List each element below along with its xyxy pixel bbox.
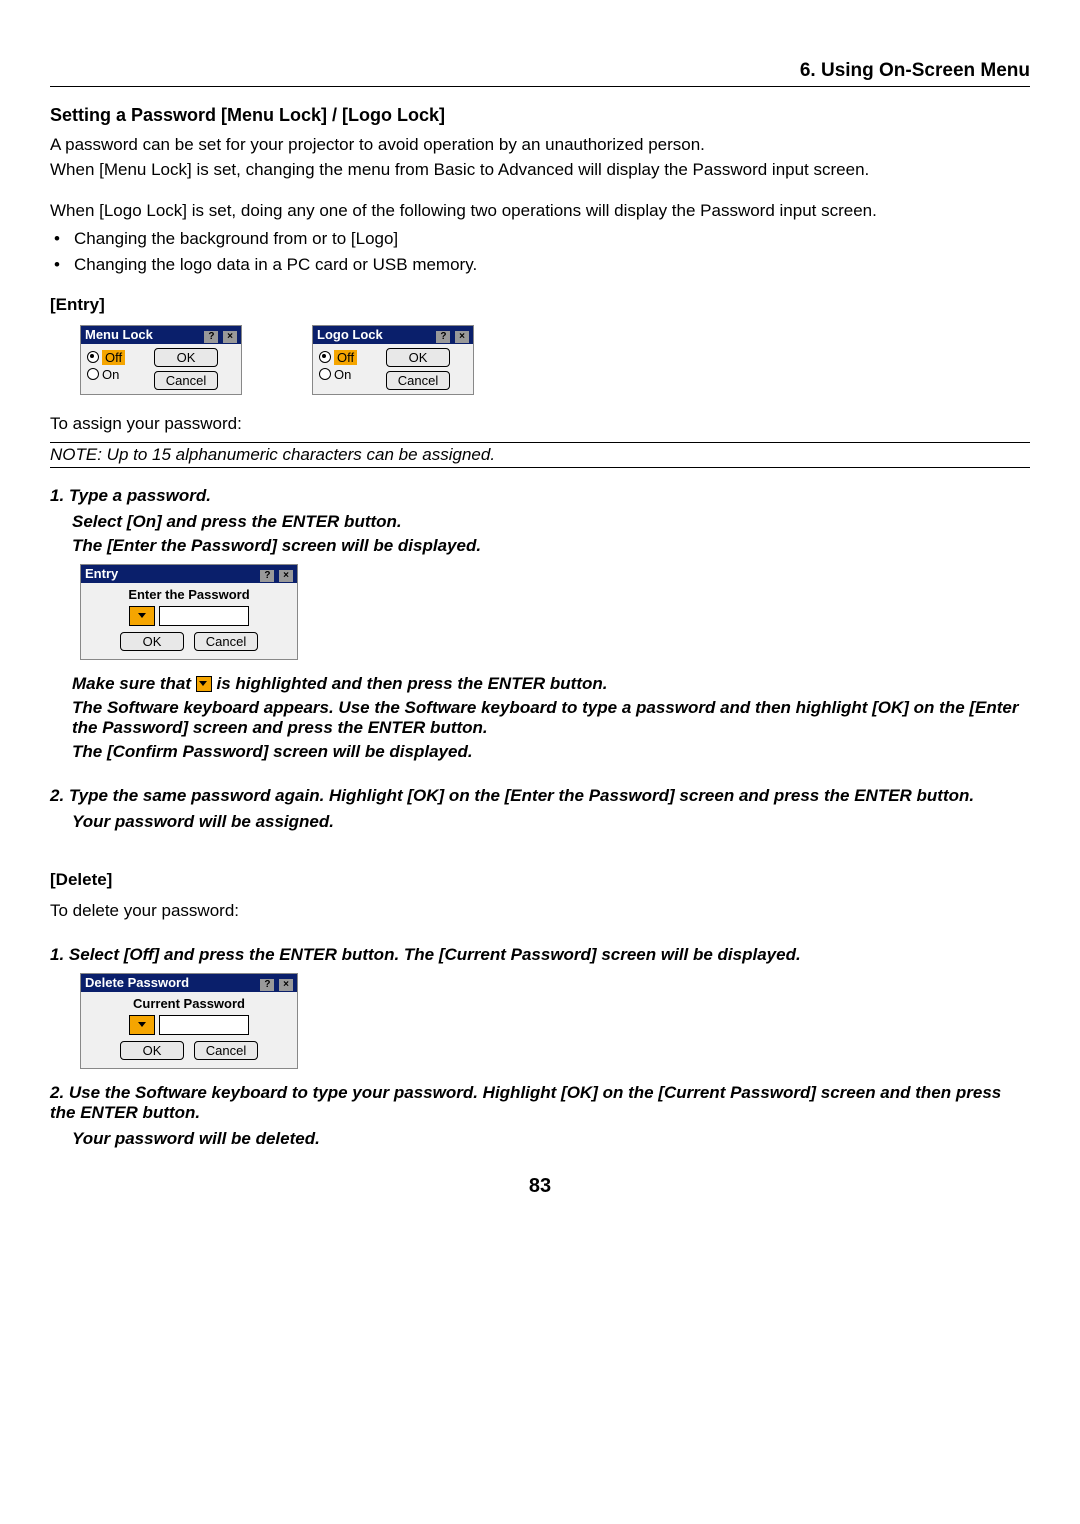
radio-on[interactable]: On bbox=[319, 367, 369, 382]
after-entry-l1: Make sure that is highlighted and then p… bbox=[72, 674, 1030, 694]
dialog-title: Delete Password bbox=[85, 975, 189, 990]
delete-text: To delete your password: bbox=[50, 900, 1030, 923]
assign-text: To assign your password: bbox=[50, 413, 1030, 436]
password-input[interactable] bbox=[159, 1015, 249, 1035]
radio-off-label: Off bbox=[334, 350, 357, 365]
delete-password-dialog: Delete Password ? × Current Password OK … bbox=[80, 973, 298, 1069]
bullet-item: Changing the background from or to [Logo… bbox=[52, 229, 1030, 249]
delete-step2-l2: Your password will be deleted. bbox=[72, 1129, 1030, 1149]
dropdown-icon[interactable] bbox=[129, 606, 155, 626]
intro-p3: When [Logo Lock] is set, doing any one o… bbox=[50, 200, 1030, 223]
dialog-title: Menu Lock bbox=[85, 327, 153, 342]
intro-p2: When [Menu Lock] is set, changing the me… bbox=[50, 159, 1030, 182]
help-icon[interactable]: ? bbox=[436, 331, 450, 343]
delete-heading: [Delete] bbox=[50, 870, 1030, 890]
dialog-titlebar: Logo Lock ? × bbox=[313, 326, 473, 344]
text-frag: is highlighted and then press the ENTER … bbox=[217, 674, 608, 693]
page-number: 83 bbox=[50, 1175, 1030, 1198]
dropdown-icon bbox=[196, 676, 212, 692]
dropdown-icon[interactable] bbox=[129, 1015, 155, 1035]
cancel-button[interactable]: Cancel bbox=[386, 371, 450, 390]
intro-p1: A password can be set for your projector… bbox=[50, 134, 1030, 157]
subtitle: Setting a Password [Menu Lock] / [Logo L… bbox=[50, 105, 1030, 126]
step1-l2: The [Enter the Password] screen will be … bbox=[72, 536, 1030, 556]
section-header: 6. Using On-Screen Menu bbox=[50, 60, 1030, 87]
radio-icon bbox=[319, 368, 331, 380]
titlebar-icons: ? × bbox=[435, 327, 469, 343]
radio-on[interactable]: On bbox=[87, 367, 137, 382]
radio-icon bbox=[87, 351, 99, 363]
after-entry-l3: The [Confirm Password] screen will be di… bbox=[72, 742, 1030, 762]
dialog-titlebar: Delete Password ? × bbox=[81, 974, 297, 992]
ok-button[interactable]: OK bbox=[120, 1041, 184, 1060]
titlebar-icons: ? × bbox=[259, 566, 293, 582]
close-icon[interactable]: × bbox=[455, 331, 469, 343]
dialog-title: Logo Lock bbox=[317, 327, 383, 342]
entry-heading: [Entry] bbox=[50, 295, 1030, 315]
radio-off-label: Off bbox=[102, 350, 125, 365]
close-icon[interactable]: × bbox=[279, 570, 293, 582]
titlebar-icons: ? × bbox=[259, 975, 293, 991]
entry-label: Enter the Password bbox=[89, 587, 289, 602]
titlebar-icons: ? × bbox=[203, 327, 237, 343]
ok-button[interactable]: OK bbox=[386, 348, 450, 367]
cancel-button[interactable]: Cancel bbox=[194, 632, 258, 651]
delete-label: Current Password bbox=[89, 996, 289, 1011]
entry-dialog: Entry ? × Enter the Password OK Cancel bbox=[80, 564, 298, 660]
radio-on-label: On bbox=[102, 367, 119, 382]
bullet-list: Changing the background from or to [Logo… bbox=[50, 229, 1030, 275]
step1-num: 1. Type a password. bbox=[50, 486, 1030, 506]
dialog-title: Entry bbox=[85, 566, 118, 581]
radio-icon bbox=[87, 368, 99, 380]
radio-off[interactable]: Off bbox=[319, 350, 369, 365]
cancel-button[interactable]: Cancel bbox=[194, 1041, 258, 1060]
step2-l2: Your password will be assigned. bbox=[72, 812, 1030, 832]
step2-l1: 2. Type the same password again. Highlig… bbox=[50, 786, 1030, 806]
step1-l1: Select [On] and press the ENTER button. bbox=[72, 512, 1030, 532]
cancel-button[interactable]: Cancel bbox=[154, 371, 218, 390]
radio-on-label: On bbox=[334, 367, 351, 382]
dialog-titlebar: Menu Lock ? × bbox=[81, 326, 241, 344]
note-line: NOTE: Up to 15 alphanumeric characters c… bbox=[50, 442, 1030, 468]
help-icon[interactable]: ? bbox=[204, 331, 218, 343]
menu-lock-dialog: Menu Lock ? × Off On bbox=[80, 325, 242, 395]
dialog-titlebar: Entry ? × bbox=[81, 565, 297, 583]
ok-button[interactable]: OK bbox=[120, 632, 184, 651]
close-icon[interactable]: × bbox=[279, 979, 293, 991]
delete-step1: 1. Select [Off] and press the ENTER butt… bbox=[50, 945, 1030, 965]
radio-off[interactable]: Off bbox=[87, 350, 137, 365]
after-entry-l2: The Software keyboard appears. Use the S… bbox=[72, 698, 1030, 738]
help-icon[interactable]: ? bbox=[260, 570, 274, 582]
radio-icon bbox=[319, 351, 331, 363]
close-icon[interactable]: × bbox=[223, 331, 237, 343]
password-input[interactable] bbox=[159, 606, 249, 626]
text-frag: Make sure that bbox=[72, 674, 196, 693]
ok-button[interactable]: OK bbox=[154, 348, 218, 367]
delete-step2-l1: 2. Use the Software keyboard to type you… bbox=[50, 1083, 1030, 1123]
help-icon[interactable]: ? bbox=[260, 979, 274, 991]
bullet-item: Changing the logo data in a PC card or U… bbox=[52, 255, 1030, 275]
logo-lock-dialog: Logo Lock ? × Off On bbox=[312, 325, 474, 395]
